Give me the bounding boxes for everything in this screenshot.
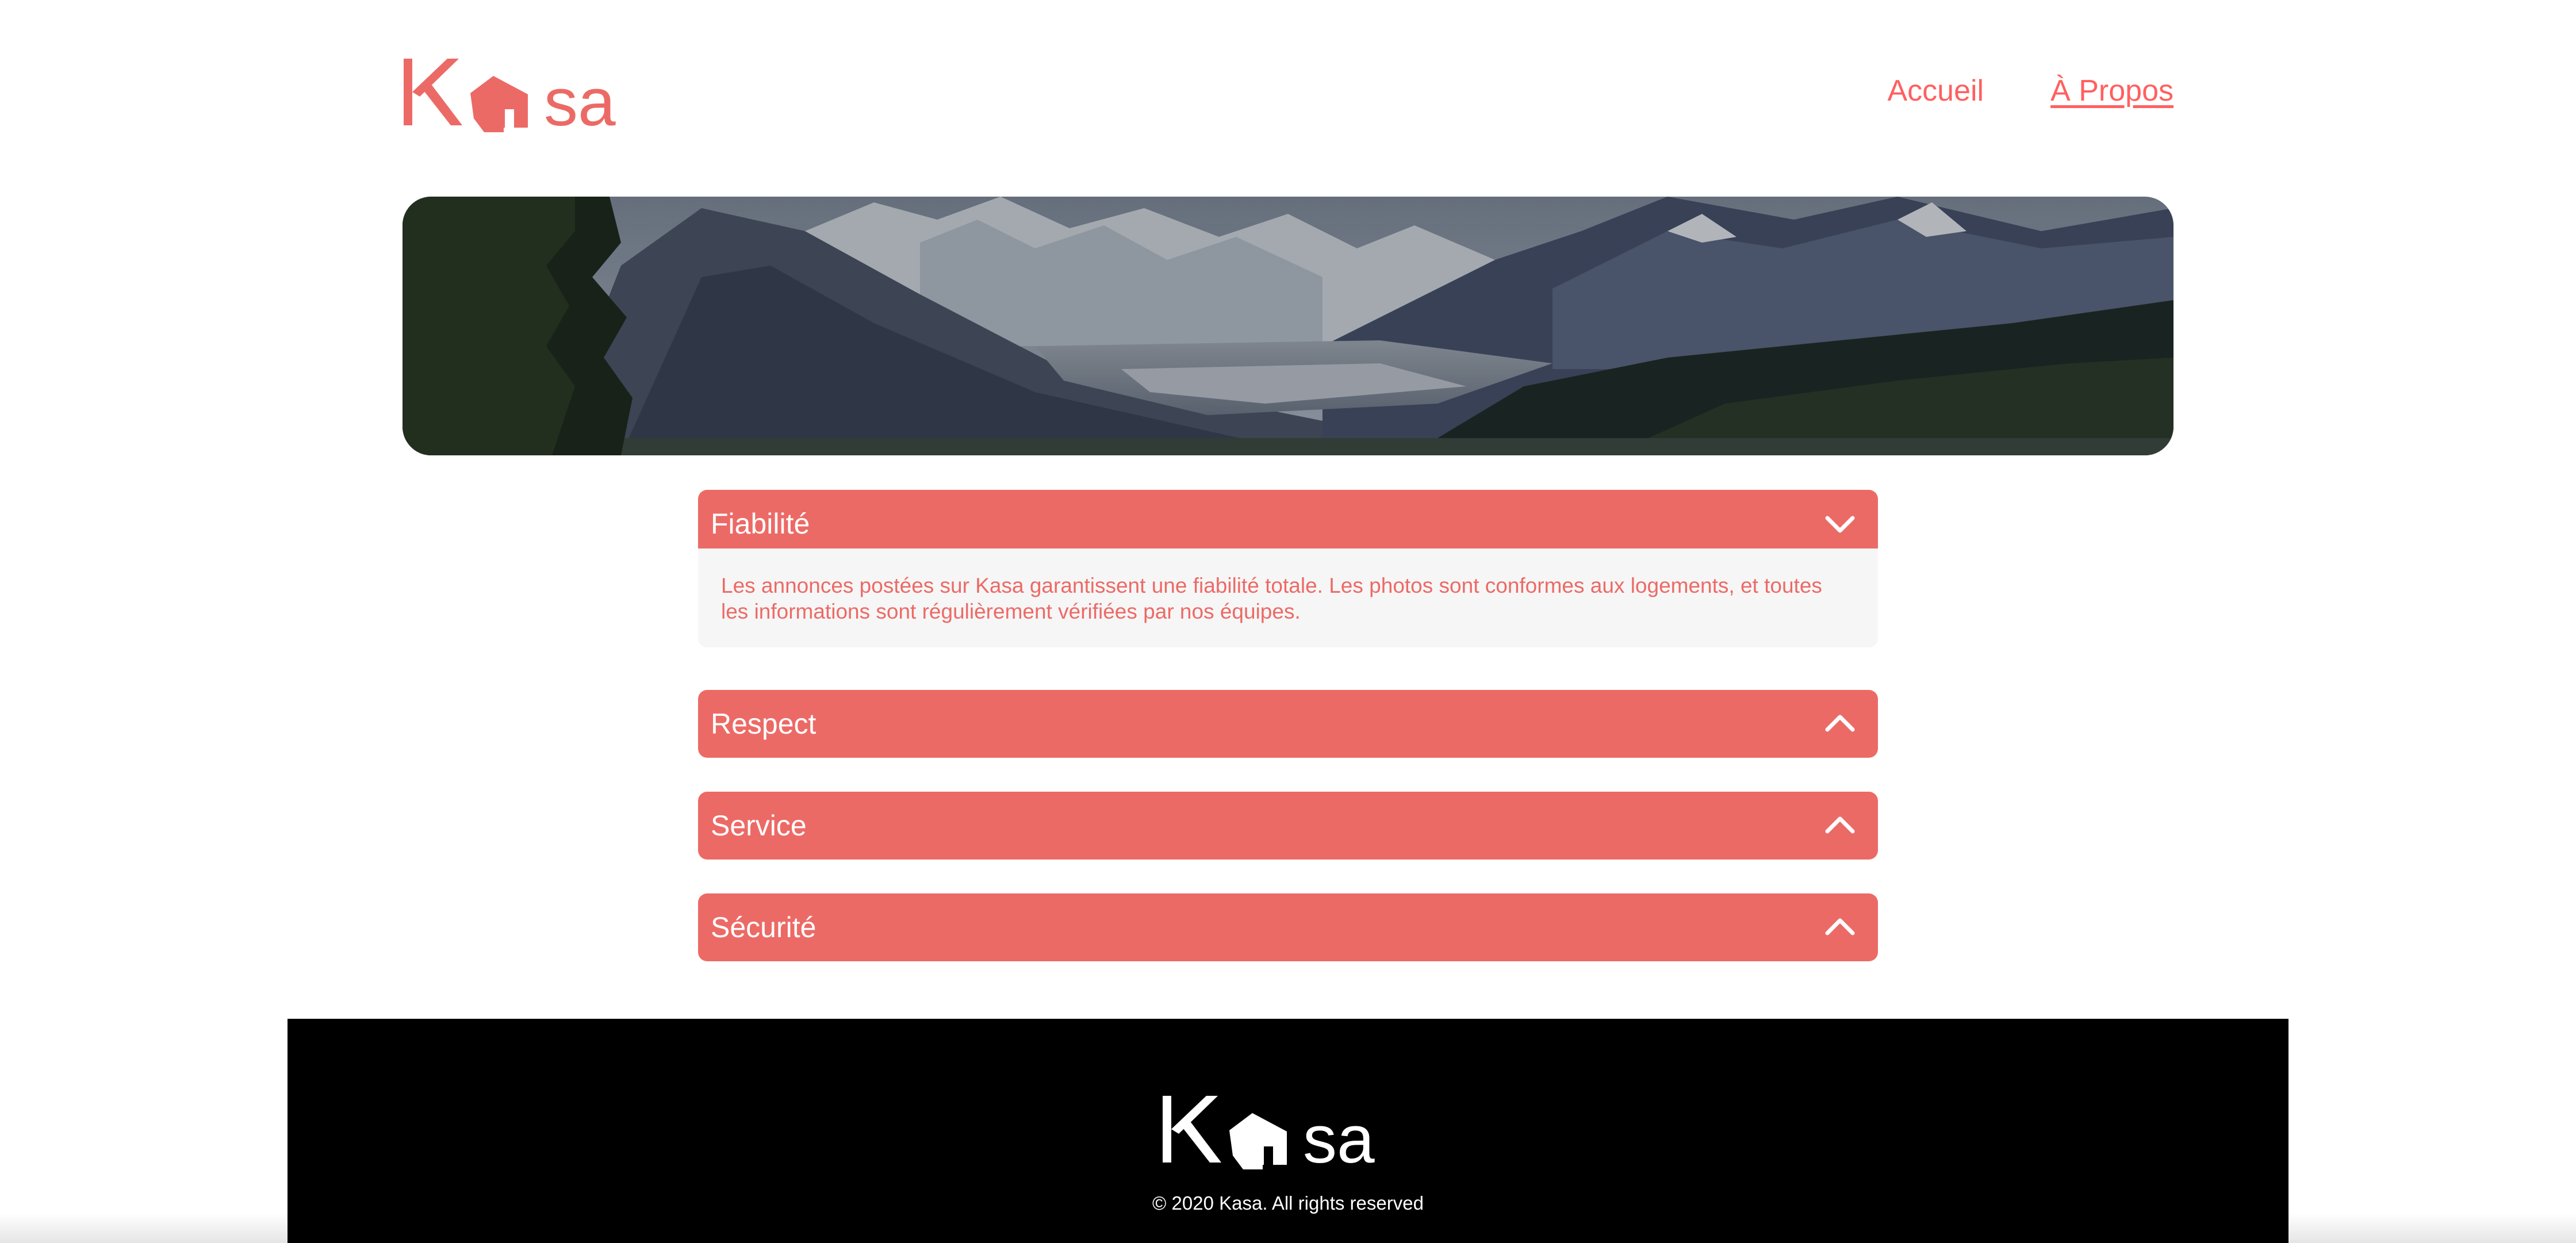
footer-copyright: © 2020 Kasa. All rights reserved [1152, 1192, 1424, 1214]
nav-link-accueil[interactable]: Accueil [1887, 74, 1984, 108]
collapse-service: Service [698, 792, 1878, 860]
kasa-logo-footer: sa [1163, 1096, 1375, 1175]
chevron-up-icon[interactable] [1823, 814, 1857, 837]
collapse-respect: Respect [698, 690, 1878, 758]
collapse-title: Service [711, 810, 807, 842]
footer: sa © 2020 Kasa. All rights reserved [288, 1019, 2288, 1243]
collapse-content: Les annonces postées sur Kasa garantisse… [698, 548, 1878, 647]
header: sa Accueil À Propos [402, 52, 2174, 138]
collapse-header-service[interactable]: Service [698, 792, 1878, 860]
nav-link-a-propos[interactable]: À Propos [2050, 74, 2174, 108]
house-icon [1229, 1113, 1287, 1169]
svg-text:sa: sa [1303, 1102, 1375, 1175]
collapse-header-fiabilite[interactable]: Fiabilité [698, 490, 1878, 558]
collapse-title: Sécurité [711, 911, 816, 943]
collapse-title: Fiabilité [711, 508, 810, 540]
collapse-header-respect[interactable]: Respect [698, 690, 1878, 758]
main-nav: Accueil À Propos [1887, 74, 2174, 108]
kasa-logo[interactable]: sa [402, 52, 656, 138]
chevron-up-icon[interactable] [1823, 712, 1857, 735]
banner-image [402, 197, 2174, 455]
collapse-header-securite[interactable]: Sécurité [698, 893, 1878, 961]
chevron-down-icon[interactable] [1823, 512, 1857, 535]
about-page: sa Accueil À Propos Fiabilité Les annonc… [0, 0, 2576, 1243]
collapse-title: Respect [711, 708, 816, 740]
svg-text:sa: sa [544, 64, 616, 138]
house-icon [470, 76, 528, 132]
collapse-securite: Sécurité [698, 893, 1878, 961]
chevron-up-icon[interactable] [1823, 916, 1857, 939]
collapse-fiabilite: Fiabilité Les annonces postées sur Kasa … [698, 490, 1878, 647]
